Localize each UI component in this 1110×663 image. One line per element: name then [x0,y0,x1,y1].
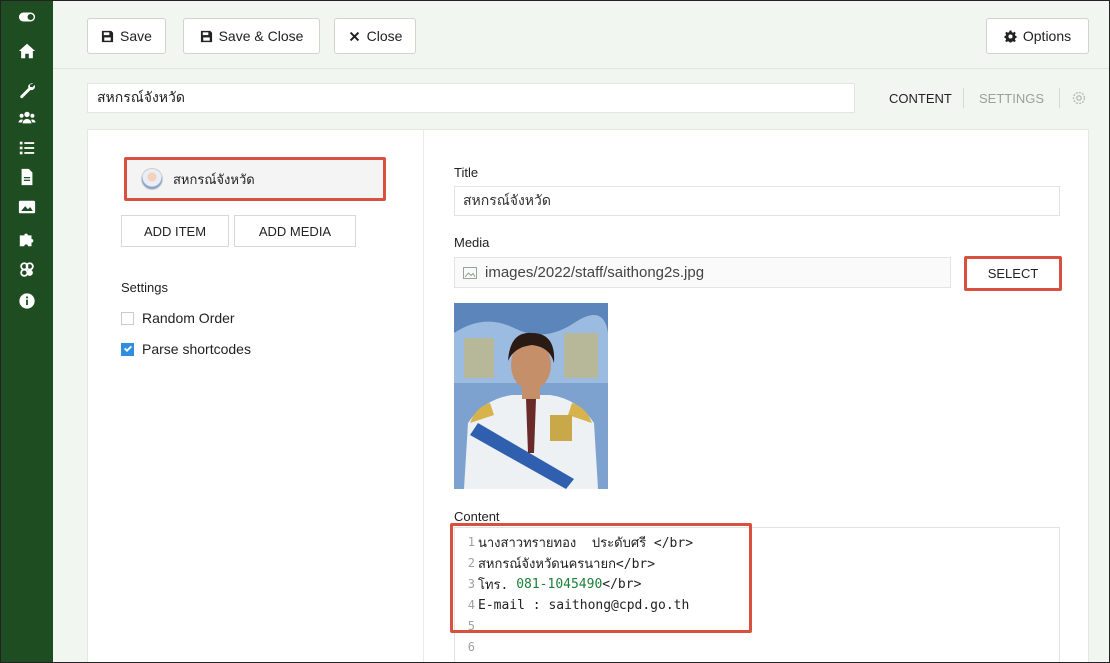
puzzle-icon[interactable] [1,226,53,252]
code-line: 4 E-mail : saithong@cpd.go.th [455,595,690,615]
home-icon[interactable] [1,38,53,64]
users-icon[interactable] [1,105,53,131]
code-text: นางสาวทรายทอง ประดับศรี </br> [478,535,694,551]
save-close-button[interactable]: Save & Close [183,18,320,54]
image-icon [463,266,477,279]
slideshow-item[interactable]: สหกรณ์จังหวัด [124,157,386,201]
slideshow-item-label: สหกรณ์จังหวัด [173,171,255,187]
floppy-icon [200,30,212,42]
line-number: 2 [467,556,475,570]
save-button[interactable]: Save [87,18,166,54]
options-button[interactable]: Options [986,18,1089,54]
save-close-label: Save & Close [218,28,304,44]
check-icon [123,345,132,352]
options-label: Options [1022,28,1072,44]
item-title-input[interactable]: สหกรณ์จังหวัด [87,83,855,113]
image-icon[interactable] [1,194,53,220]
item-title-value: สหกรณ์จังหวัด [97,89,185,105]
tab-content[interactable]: CONTENT [889,83,952,113]
checkbox-unchecked[interactable] [121,311,134,325]
file-icon[interactable] [1,164,53,190]
line-number: 3 [467,577,475,591]
list-icon[interactable] [1,135,53,161]
title-input[interactable]: สหกรณ์จังหวัด [454,186,1060,216]
content-panel: สหกรณ์จังหวัด ADD ITEM ADD MEDIA Setting… [87,129,1089,662]
layers-icon[interactable] [1,257,53,283]
code-line: 5 [455,616,478,636]
add-item-button[interactable]: ADD ITEM [121,215,229,247]
code-text: โทร. [478,577,517,593]
save-label: Save [120,28,152,44]
code-line: 1 นางสาวทรายทอง ประดับศรี </br> [455,532,693,552]
sidebar [1,1,53,662]
media-input[interactable]: images/2022/staff/saithong2s.jpg [454,257,951,288]
close-button[interactable]: Close [334,18,416,54]
random-order-label: Random Order [142,310,235,326]
close-label: Close [366,28,403,44]
title-label: Title [454,165,479,180]
parse-shortcodes-label: Parse shortcodes [142,341,251,357]
floppy-icon [101,30,114,42]
app-window: Save Save & Close Close Options สหกรณ์จั… [0,0,1110,663]
code-text: </br> [602,576,642,592]
gear-icon [1004,29,1017,43]
parse-shortcodes-checkbox[interactable]: Parse shortcodes [121,341,251,357]
line-number: 5 [467,619,475,633]
line-number: 6 [467,640,475,654]
random-order-checkbox[interactable]: Random Order [121,310,235,326]
add-media-button[interactable]: ADD MEDIA [234,215,356,247]
checkbox-checked[interactable] [121,342,134,356]
toolbar: Save Save & Close Close Options [53,1,1109,69]
tab-divider [1059,88,1060,108]
column-divider [423,130,424,662]
media-path: images/2022/staff/saithong2s.jpg [485,264,705,281]
media-label: Media [454,235,490,250]
tab-divider [963,88,964,108]
content-code-editor[interactable]: 1 นางสาวทรายทอง ประดับศรี </br> 2 สหกรณ์จั… [454,527,1060,662]
line-number: 4 [467,598,475,612]
wrench-icon[interactable] [1,77,53,103]
gear-icon[interactable] [1071,90,1087,106]
code-line: 3 โทร. 081-1045490 </br> [455,574,642,594]
line-number: 1 [467,535,475,549]
content-label: Content [454,509,500,524]
code-line: 6 [455,637,478,657]
code-line: 2 สหกรณ์จังหวัดนครนายก</br> [455,553,655,573]
item-thumbnail [141,168,163,190]
code-text: สหกรณ์จังหวัดนครนายก</br> [478,556,656,572]
select-media-button[interactable]: SELECT [964,256,1062,291]
close-icon [349,31,359,41]
code-text: E-mail : saithong@cpd.go.th [478,597,690,613]
tab-settings[interactable]: SETTINGS [979,83,1044,113]
settings-label: Settings [121,280,168,295]
info-icon[interactable] [1,288,53,314]
toggle-icon[interactable] [1,4,53,30]
code-number: 081-1045490 [516,576,603,592]
main-area: Save Save & Close Close Options สหกรณ์จั… [53,1,1109,662]
media-preview-image [454,303,608,489]
title-input-value: สหกรณ์จังหวัด [463,192,551,208]
